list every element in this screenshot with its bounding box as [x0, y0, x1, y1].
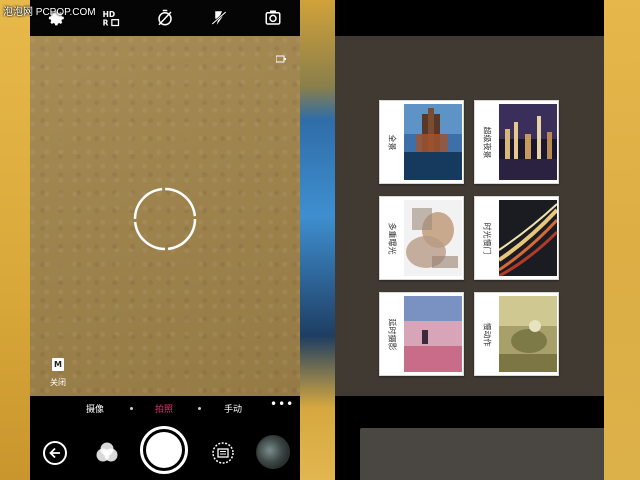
battery-icon: [275, 48, 286, 63]
mode-card-label: 时光慢门: [482, 222, 492, 254]
mode-card-label: 慢动作: [482, 322, 492, 346]
mode-video[interactable]: 摄像: [86, 402, 104, 415]
arrow-left-icon: [49, 447, 60, 459]
camera-screen: HD R M 关闭 摄像 拍照 手动 •••: [30, 0, 300, 480]
mode-separator-dot: [130, 407, 133, 410]
mode-menu-panel: 全景 超级夜景 多重曝光 时光慢门 延时摄影 慢动作: [335, 36, 604, 396]
mode-card-slow-shutter[interactable]: 时光慢门: [474, 196, 559, 280]
night-scene-thumbnail: [499, 104, 557, 180]
mode-menu-topbar: [335, 0, 604, 36]
watermark: 泡泡网 PCPOP.COM: [3, 7, 96, 18]
mode-card-panorama[interactable]: 全景: [379, 100, 464, 184]
mode-selector: 摄像 拍照 手动 •••: [30, 396, 300, 420]
mode-menu-bottom-overlay: [360, 428, 604, 480]
mode-card-label: 超级夜景: [482, 126, 492, 158]
background-photo-right: [604, 0, 640, 480]
mode-menu-screen: 全景 超级夜景 多重曝光 时光慢门 延时摄影 慢动作: [335, 0, 604, 480]
background-photo-left: [0, 0, 30, 480]
shutter-button[interactable]: [140, 426, 188, 474]
camera-controls: [30, 420, 300, 480]
viewfinder[interactable]: M 关闭: [30, 36, 300, 396]
panorama-thumbnail: [404, 104, 462, 180]
shutter-inner: [146, 432, 182, 468]
mode-photo[interactable]: 拍照: [155, 402, 173, 415]
mode-card-label: 延时摄影: [387, 318, 397, 350]
mode-menu-button[interactable]: [211, 441, 235, 465]
mode-card-timelapse[interactable]: 延时摄影: [379, 292, 464, 376]
gallery-thumbnail[interactable]: [256, 435, 290, 469]
background-photo-middle: [300, 0, 335, 480]
mode-card-multi-exposure[interactable]: 多重曝光: [379, 196, 464, 280]
mode-dial-icon: [212, 442, 234, 464]
mode-manual[interactable]: 手动: [224, 402, 242, 415]
flash-off-icon[interactable]: [208, 7, 230, 29]
timer-off-icon[interactable]: [154, 7, 176, 29]
switch-camera-icon[interactable]: [262, 7, 284, 29]
focus-ring-icon: [133, 187, 197, 251]
mode-card-label: 全景: [387, 134, 397, 150]
svg-text:R: R: [103, 19, 109, 28]
mode-card-label: 多重曝光: [387, 222, 397, 254]
back-button[interactable]: [43, 441, 67, 465]
mode-card-slow-motion[interactable]: 慢动作: [474, 292, 559, 376]
slow-motion-thumbnail: [499, 296, 557, 372]
more-modes-button[interactable]: •••: [270, 397, 294, 411]
light-trail-thumbnail: [499, 200, 557, 276]
mode-separator-dot: [198, 407, 201, 410]
filter-icon: [96, 442, 118, 462]
multi-exposure-thumbnail: [404, 200, 462, 276]
close-chip-icon[interactable]: M: [52, 358, 64, 371]
timelapse-thumbnail: [404, 296, 462, 372]
hdr-icon[interactable]: HD R: [100, 7, 122, 29]
close-label[interactable]: 关闭: [50, 377, 66, 388]
mode-card-super-night[interactable]: 超级夜景: [474, 100, 559, 184]
filter-button[interactable]: [94, 442, 120, 464]
